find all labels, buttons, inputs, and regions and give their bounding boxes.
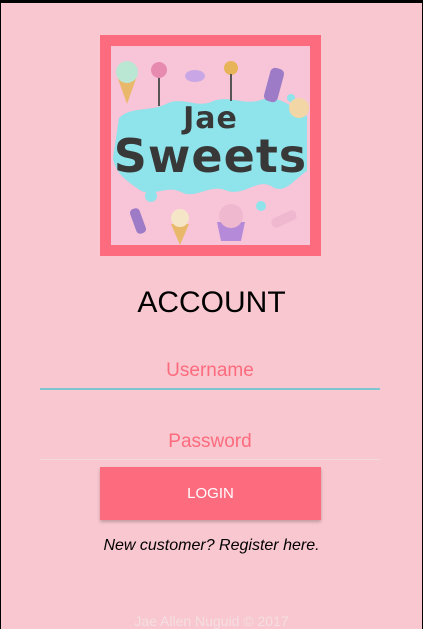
login-button[interactable]: LOGIN — [100, 467, 321, 520]
username-input[interactable] — [40, 360, 380, 390]
logo-text-sweets: Sweets — [113, 129, 308, 183]
footer-copyright: Jae Allen Nuguid © 2017 — [134, 613, 289, 629]
logo-artwork: Jae Sweets — [111, 46, 310, 245]
register-link[interactable]: New customer? Register here. — [1, 537, 422, 555]
app-screen: Jae Sweets ACCOUNT LOGIN New customer? R… — [1, 3, 422, 629]
password-input[interactable] — [40, 431, 380, 460]
brand-logo: Jae Sweets — [100, 35, 321, 256]
page-title: ACCOUNT — [137, 286, 286, 319]
